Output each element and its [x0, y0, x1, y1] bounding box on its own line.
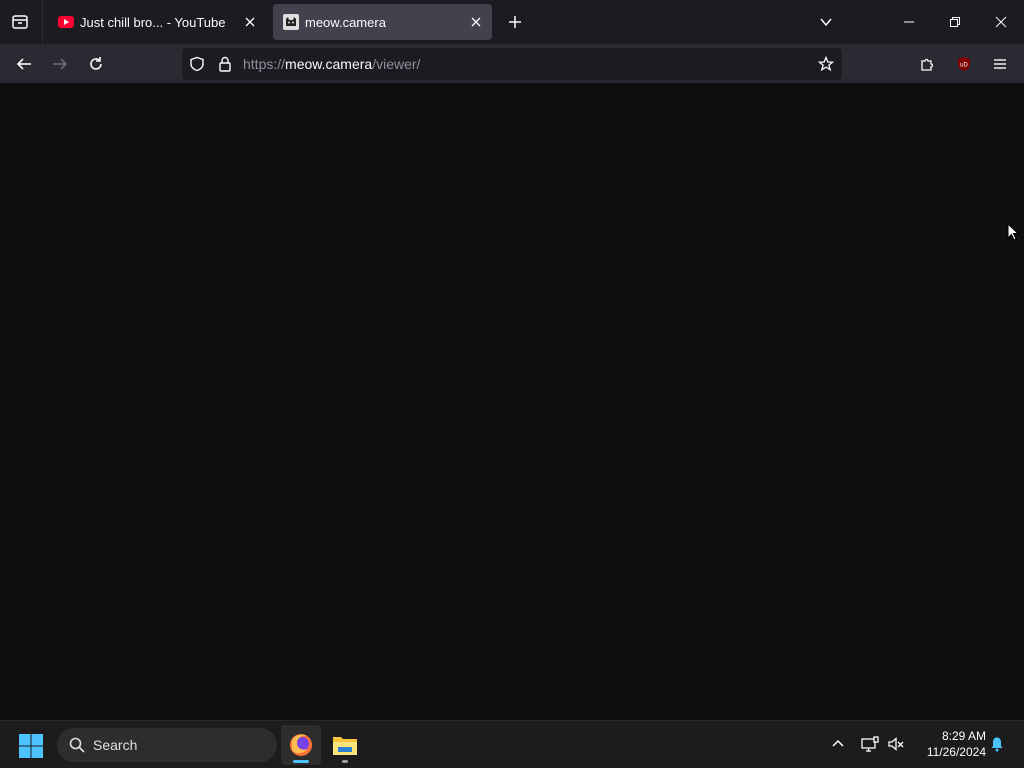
youtube-icon: [58, 14, 74, 30]
chevron-down-icon: [820, 18, 832, 27]
page-viewport[interactable]: [0, 85, 1024, 720]
minimize-icon: [904, 21, 914, 23]
url-text[interactable]: https://meow.camera/viewer/: [243, 56, 420, 72]
plus-icon: [509, 16, 521, 28]
bell-icon: [991, 737, 1003, 752]
ublock-origin-icon: uD: [958, 57, 970, 71]
windows-start-icon[interactable]: [18, 733, 44, 759]
extensions-button[interactable]: [914, 50, 942, 78]
clock-date: 11/26/2024: [926, 745, 986, 759]
volume-muted-icon: [888, 737, 904, 751]
tab-title: meow.camera: [305, 14, 386, 30]
navigation-toolbar: https://meow.camera/viewer/ uD: [0, 44, 1024, 84]
url-path: /viewer/: [372, 56, 421, 72]
list-all-tabs-button[interactable]: [814, 10, 838, 34]
tab-separator: [42, 0, 43, 44]
minimize-button[interactable]: [886, 0, 932, 44]
restore-button[interactable]: [932, 0, 978, 44]
back-button[interactable]: [10, 50, 38, 78]
mouse-cursor-icon: [1007, 223, 1019, 241]
taskbar-search[interactable]: Search: [57, 728, 277, 762]
firefox-view-icon: [12, 15, 28, 29]
new-tab-button[interactable]: [503, 10, 527, 34]
clock-time: 8:29 AM: [941, 729, 986, 743]
close-icon: [995, 16, 1007, 28]
arrow-left-icon: [16, 58, 31, 70]
tab-youtube[interactable]: Just chill bro... - YouTube: [48, 4, 266, 40]
hamburger-menu-icon: [994, 59, 1006, 69]
folder-icon: [333, 737, 357, 755]
forward-button[interactable]: [46, 50, 74, 78]
tab-strip: Just chill bro... - YouTube meow.camera: [0, 0, 1024, 44]
close-window-button[interactable]: [978, 0, 1024, 44]
notifications-button[interactable]: [986, 733, 1008, 755]
reload-button[interactable]: [82, 50, 110, 78]
system-clock[interactable]: 8:29 AM 11/26/2024: [914, 728, 986, 760]
firefox-view-button[interactable]: [8, 10, 32, 34]
restore-icon: [950, 17, 960, 27]
reload-icon: [90, 57, 102, 70]
arrow-right-icon: [53, 58, 68, 70]
shield-icon[interactable]: [187, 54, 207, 74]
show-hidden-icons-button[interactable]: [827, 733, 849, 755]
url-scheme: https://: [243, 56, 286, 72]
lock-icon[interactable]: [215, 54, 235, 74]
search-icon: [69, 737, 85, 753]
close-tab-icon[interactable]: [466, 12, 486, 32]
taskbar-firefox[interactable]: [281, 725, 321, 765]
taskbar-file-explorer[interactable]: [325, 725, 365, 765]
app-menu-button[interactable]: [986, 50, 1014, 78]
bookmark-star-icon[interactable]: [816, 54, 836, 74]
puzzle-piece-icon: [921, 58, 934, 71]
ublock-origin-button[interactable]: uD: [950, 50, 978, 78]
search-label: Search: [93, 737, 138, 753]
tab-title: Just chill bro... - YouTube: [80, 14, 226, 30]
network-icon: [861, 736, 879, 752]
taskbar: Search 8:29 AM 11/26/2024: [0, 720, 1024, 768]
open-app-indicator: [342, 760, 348, 763]
chevron-up-icon: [832, 739, 844, 747]
svg-text:uD: uD: [960, 63, 968, 69]
volume-button[interactable]: [885, 733, 907, 755]
active-app-indicator: [293, 760, 309, 763]
url-bar[interactable]: https://meow.camera/viewer/: [182, 48, 842, 80]
network-status-button[interactable]: [859, 733, 881, 755]
url-host: meow.camera: [285, 56, 373, 72]
tab-meow-camera[interactable]: meow.camera: [273, 4, 492, 40]
cat-icon: [283, 14, 299, 30]
close-tab-icon[interactable]: [240, 12, 260, 32]
firefox-icon: [290, 734, 312, 756]
